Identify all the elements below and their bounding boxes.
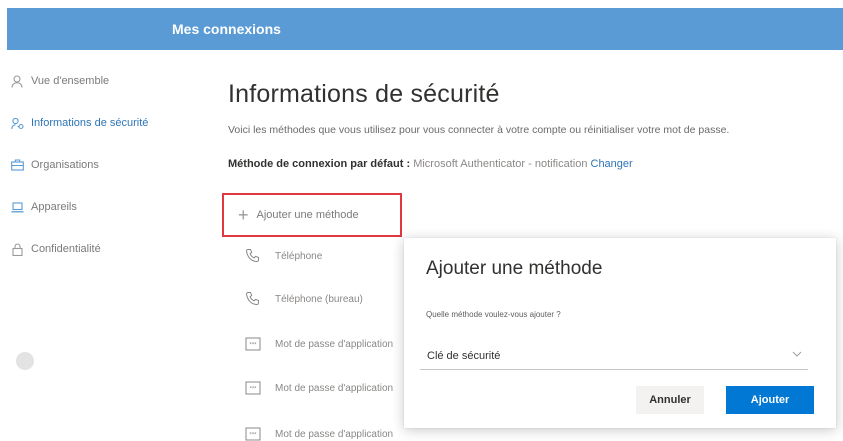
sidebar-item-privacy[interactable]: Confidentialité [10,241,101,257]
method-row-office-phone: Téléphone (bureau) [243,289,363,309]
blurred-avatar [16,352,34,370]
cancel-button[interactable]: Annuler [636,386,704,414]
page-title: Informations de sécurité [228,80,500,108]
method-row-app-password: *** Mot de passe d'application [243,334,393,354]
method-select-dropdown[interactable]: Clé de sécurité [420,342,808,370]
password-icon: *** [243,424,263,441]
plus-icon: + [238,205,249,225]
dialog-question: Quelle méthode voulez-vous ajouter ? [426,310,561,319]
svg-text:***: *** [249,433,257,439]
default-method-line: Méthode de connexion par défaut : Micros… [228,158,633,170]
add-method-label: Ajouter une méthode [256,209,359,221]
sidebar-item-label: Organisations [31,159,99,171]
sidebar-item-label: Appareils [31,201,77,213]
dialog-title: Ajouter une méthode [426,258,603,279]
sidebar-item-label: Vue d'ensemble [31,75,110,87]
add-button[interactable]: Ajouter [726,386,814,414]
method-label: Téléphone [275,250,323,262]
svg-text:***: *** [249,343,257,349]
app-title[interactable]: Mes connexions [172,21,281,37]
password-icon: *** [243,378,263,398]
sidebar-item-label: Confidentialité [31,243,101,255]
method-row-app-password: *** Mot de passe d'application [243,378,393,398]
chevron-down-icon [792,349,802,362]
sidebar-item-security-info[interactable]: Informations de sécurité [10,115,148,131]
method-row-app-password: *** Mot de passe d'application [243,424,393,441]
method-label: Mot de passe d'application [275,428,394,440]
lock-icon [10,242,24,256]
default-method-value: Microsoft Authenticator - notification [413,158,588,170]
method-row-phone: Téléphone [243,246,322,266]
add-method-button[interactable]: + Ajouter une méthode [222,193,402,237]
page-description: Voici les méthodes que vous utilisez pou… [228,124,730,136]
svg-text:***: *** [249,387,257,393]
method-label: Mot de passe d'application [275,338,394,350]
method-label: Téléphone (bureau) [275,293,363,305]
sidebar-item-label: Informations de sécurité [31,117,149,129]
sidebar-item-devices[interactable]: Appareils [10,199,77,215]
sidebar-item-overview[interactable]: Vue d'ensemble [10,73,109,89]
selected-option: Clé de sécurité [427,349,501,362]
security-info-icon [10,116,24,130]
phone-icon [243,289,263,309]
method-label: Mot de passe d'application [275,382,394,394]
sidebar-nav: Vue d'ensemble Informations de sécurité … [0,60,200,441]
laptop-icon [10,200,24,214]
add-method-dialog: Ajouter une méthode Quelle méthode voule… [404,238,836,428]
sidebar-item-organizations[interactable]: Organisations [10,157,99,173]
password-icon: *** [243,334,263,354]
default-method-label: Méthode de connexion par défaut : [228,158,411,170]
phone-icon [243,246,263,266]
person-icon [10,74,24,88]
change-default-link[interactable]: Changer [591,158,633,170]
briefcase-icon [10,158,24,172]
top-header-bar: Mes connexions [7,8,843,50]
